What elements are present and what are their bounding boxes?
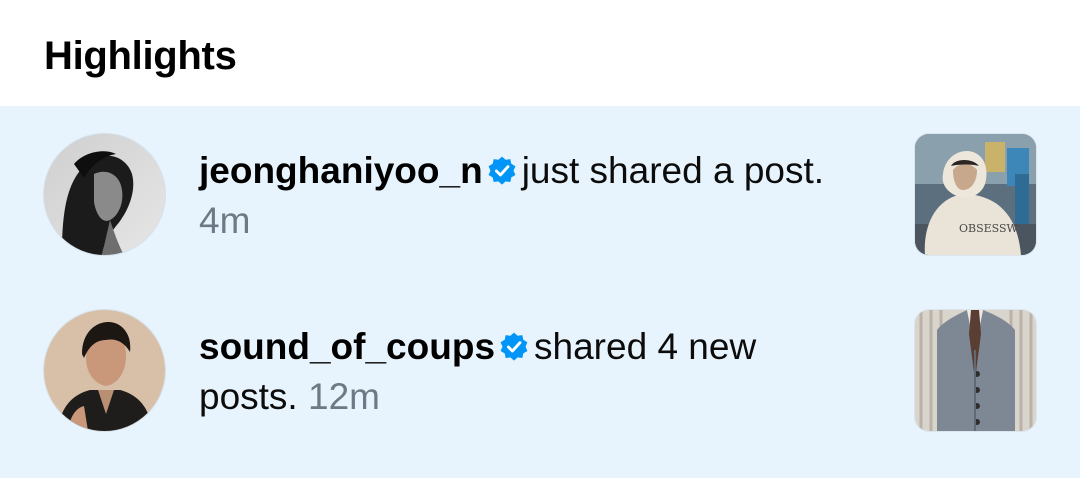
notification-list: jeonghaniyoo_n just shared a post. 4m OBS… [0, 106, 1080, 478]
notification-text: sound_of_coups shared 4 new posts. 12m [199, 322, 859, 422]
verified-badge-icon [498, 326, 530, 361]
post-thumbnail[interactable]: OBSESSW [915, 134, 1036, 255]
profile-photo-icon [44, 310, 165, 431]
username[interactable]: jeonghaniyoo_n [199, 150, 483, 191]
profile-photo-icon [44, 134, 165, 255]
notification-row[interactable]: sound_of_coups shared 4 new posts. 12m [0, 282, 1080, 458]
svg-text:OBSESSW: OBSESSW [959, 222, 1019, 235]
notification-message: just shared a post. [521, 150, 825, 191]
section-header: Highlights [0, 0, 1080, 106]
timestamp: 12m [308, 376, 380, 417]
notification-text: jeonghaniyoo_n just shared a post. 4m [199, 146, 859, 246]
avatar[interactable] [44, 310, 165, 431]
verified-badge-icon [486, 150, 518, 185]
post-thumbnail[interactable] [915, 310, 1036, 431]
highlights-page: Highlights jeonghaniyoo_n just shared a … [0, 0, 1080, 478]
username[interactable]: sound_of_coups [199, 326, 495, 367]
timestamp: 4m [199, 200, 251, 241]
avatar[interactable] [44, 134, 165, 255]
notification-row[interactable]: jeonghaniyoo_n just shared a post. 4m OBS… [0, 106, 1080, 282]
post-photo-icon: OBSESSW [915, 134, 1036, 255]
section-title: Highlights [44, 34, 237, 78]
post-photo-icon [915, 310, 1036, 431]
